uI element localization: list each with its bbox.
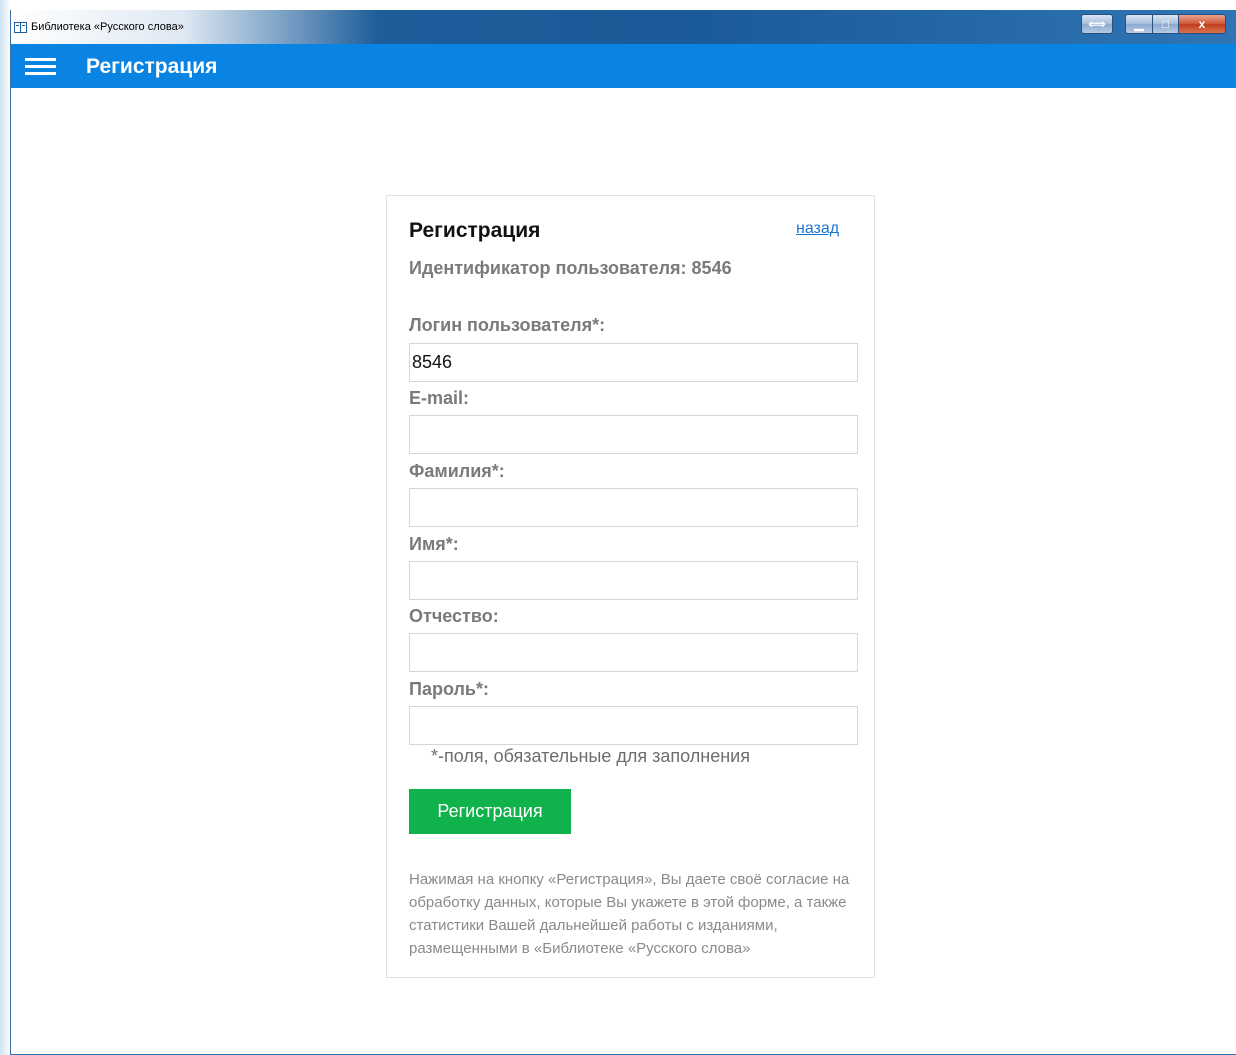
close-icon: x — [1198, 17, 1206, 31]
double-arrow-icon: ⟺ — [1088, 17, 1106, 31]
close-button[interactable]: x — [1178, 14, 1226, 34]
minimize-icon: ▁ — [1134, 17, 1144, 31]
email-field[interactable] — [409, 415, 858, 454]
password-field[interactable] — [409, 706, 858, 745]
surname-field[interactable] — [409, 488, 858, 527]
page-title: Регистрация — [86, 55, 218, 78]
window-titlebar[interactable]: Библиотека «Русского слова» ⟺ ▁ □ x — [11, 10, 1236, 44]
back-link[interactable]: назад — [796, 220, 839, 238]
first-name-label: Имя*: — [409, 534, 459, 554]
required-fields-note: *-поля, обязательные для заполнения — [431, 746, 750, 766]
email-label: E-mail: — [409, 388, 470, 408]
maximize-icon: □ — [1161, 17, 1170, 31]
app-header: Регистрация — [11, 44, 1236, 88]
consent-text: Нажимая на кнопку «Регистрация», Вы дает… — [409, 871, 850, 957]
hamburger-menu-icon[interactable] — [25, 54, 56, 78]
resize-toggle-button[interactable]: ⟺ — [1081, 14, 1113, 34]
app-window: Библиотека «Русского слова» ⟺ ▁ □ x Реги… — [10, 10, 1236, 1055]
register-button[interactable]: Регистрация — [409, 789, 571, 834]
login-label: Логин пользователя*: — [409, 315, 606, 335]
registration-form: Регистрация назад Идентификатор пользова… — [386, 195, 875, 978]
app-book-icon — [14, 22, 27, 33]
window-title: Библиотека «Русского слова» — [31, 21, 184, 33]
form-title: Регистрация — [409, 219, 541, 242]
desktop: Библиотека «Русского слова» ⟺ ▁ □ x Реги… — [0, 0, 1236, 1055]
surname-label: Фамилия*: — [409, 461, 505, 481]
desktop-background-strip — [0, 0, 10, 1055]
minimize-button[interactable]: ▁ — [1125, 14, 1153, 34]
patronymic-field[interactable] — [409, 633, 858, 672]
user-id-text: Идентификатор пользователя: 8546 — [409, 258, 732, 278]
password-label: Пароль*: — [409, 679, 489, 699]
patronymic-label: Отчество: — [409, 606, 499, 626]
first-name-field[interactable] — [409, 561, 858, 600]
maximize-button[interactable]: □ — [1152, 14, 1179, 34]
login-field[interactable] — [409, 343, 858, 382]
